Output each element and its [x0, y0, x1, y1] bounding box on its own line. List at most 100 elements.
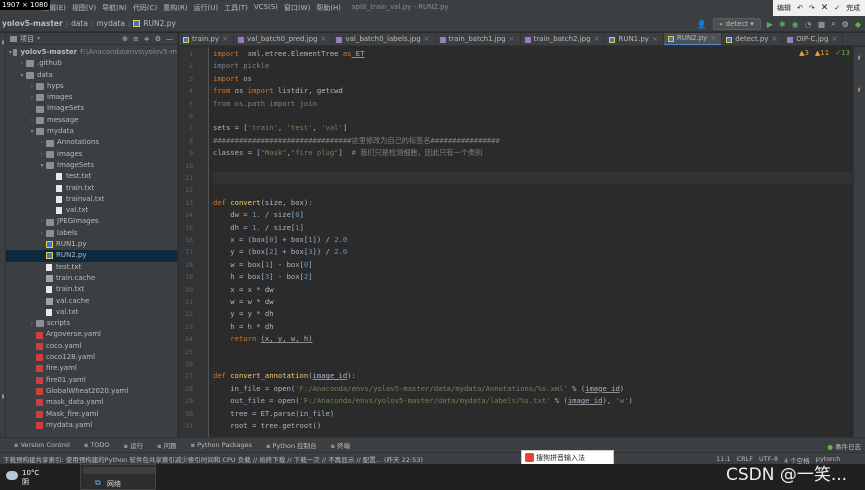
- breadcrumb-project[interactable]: yolov5-master: [2, 19, 63, 28]
- tool-window-button[interactable]: ▪ 运行: [124, 440, 143, 450]
- stop-icon[interactable]: ■: [818, 20, 826, 29]
- done-button[interactable]: 完成: [846, 3, 860, 13]
- chevron-right-icon[interactable]: ›: [18, 58, 26, 69]
- editor-tab[interactable]: val_batch0_pred.jpg ×: [234, 33, 333, 45]
- database-tool-tab-icon[interactable]: ▮: [856, 55, 862, 61]
- tree-item[interactable]: ▾ data: [6, 70, 177, 81]
- code-line[interactable]: out_file = open('F:/Anaconda/envs/yolov5…: [213, 395, 632, 407]
- code-line[interactable]: return (x, y, w, h): [213, 333, 312, 345]
- tool-window-button[interactable]: ▪ 问题: [157, 440, 176, 450]
- menu-item[interactable]: VCS(S): [254, 3, 278, 13]
- close-icon[interactable]: ×: [222, 33, 228, 45]
- close-icon[interactable]: ✕: [821, 3, 829, 13]
- chevron-right-icon[interactable]: ›: [28, 115, 36, 126]
- add-icon[interactable]: ⊕: [122, 35, 128, 43]
- code-line[interactable]: ################################这里修改为自己的…: [213, 135, 500, 147]
- tree-item[interactable]: train.txt: [6, 183, 177, 194]
- rewind-icon[interactable]: ↶: [797, 4, 803, 12]
- search-icon[interactable]: ⌕: [831, 19, 835, 29]
- chevron-down-icon[interactable]: ▾: [38, 160, 46, 171]
- sciview-tool-tab-icon[interactable]: ▮: [856, 87, 862, 93]
- tree-item[interactable]: trainval.txt: [6, 194, 177, 205]
- menu-item[interactable]: 运行(U): [194, 3, 219, 13]
- code-line[interactable]: w = box[1] - box[0]: [213, 259, 312, 271]
- tree-item[interactable]: test.txt: [6, 262, 177, 273]
- check-icon[interactable]: ✓: [834, 4, 840, 12]
- close-icon[interactable]: ×: [424, 33, 430, 45]
- code-line[interactable]: y = (box[2] + box[3]) / 2.0: [213, 246, 347, 258]
- tree-item[interactable]: train.cache: [6, 273, 177, 284]
- minimize-icon[interactable]: —: [166, 35, 173, 43]
- close-icon[interactable]: ×: [831, 33, 837, 45]
- chevron-down-icon[interactable]: ▾: [18, 70, 26, 81]
- debug-icon[interactable]: ✱: [779, 20, 786, 29]
- code-line[interactable]: w = w * dw: [213, 296, 273, 308]
- tree-item[interactable]: › message: [6, 115, 177, 126]
- close-icon[interactable]: ×: [771, 33, 777, 45]
- code-line[interactable]: [213, 172, 853, 185]
- code-line[interactable]: dh = 1. / size[1]: [213, 222, 304, 234]
- code-line[interactable]: import os: [213, 73, 252, 85]
- tree-item[interactable]: ImageSets: [6, 103, 177, 114]
- code-editor[interactable]: 1 2 3 4 5 6 7 8 9 10 11 12 13 14 15 16 17 18 19 20 21 22 23 24 2…: [179, 47, 853, 437]
- code-line[interactable]: h = box[3] - box[2]: [213, 271, 312, 283]
- code-line[interactable]: classes = ["Mask","fire plug"] # 我们只是检测细…: [213, 147, 482, 159]
- menu-item[interactable]: 工具(T): [224, 3, 248, 13]
- code-line[interactable]: def convert_annotation(image_id):: [213, 370, 356, 382]
- code-line[interactable]: in_file = open('F:/Anaconda/envs/yolov5-…: [213, 383, 624, 395]
- tree-item[interactable]: val.txt: [6, 307, 177, 318]
- event-log-button[interactable]: ● 事件日志: [827, 441, 861, 451]
- editor-tab[interactable]: RUN2.py ×: [663, 33, 723, 45]
- editor-tab[interactable]: train.py ×: [179, 33, 234, 45]
- tree-item[interactable]: › hyps: [6, 81, 177, 92]
- code-line[interactable]: h = h * dh: [213, 321, 273, 333]
- tree-item[interactable]: val.cache: [6, 296, 177, 307]
- tool-window-button[interactable]: ▪ Version Control: [14, 441, 70, 449]
- code-line[interactable]: y = y * dh: [213, 308, 273, 320]
- tree-item[interactable]: Mask_fire.yaml: [6, 409, 177, 420]
- run-config-select[interactable]: ▸ detect ▾: [712, 18, 761, 30]
- editor-tab[interactable]: train_batch2.jpg ×: [521, 33, 606, 45]
- code-line[interactable]: from os.path import join: [213, 98, 317, 110]
- close-icon[interactable]: ×: [710, 33, 716, 45]
- tree-item[interactable]: Argoverse.yaml: [6, 329, 177, 340]
- gear-icon[interactable]: ⚙: [155, 35, 161, 43]
- chevron-right-icon[interactable]: ›: [28, 318, 36, 329]
- tree-item[interactable]: fire.yaml: [6, 363, 177, 374]
- tree-item[interactable]: fire01.yaml: [6, 375, 177, 386]
- tool-window-button[interactable]: ▪ 终端: [331, 440, 350, 450]
- project-panel-title[interactable]: 项目: [20, 34, 34, 44]
- editor-tab[interactable]: detect.py ×: [722, 33, 784, 45]
- tree-item[interactable]: coco128.yaml: [6, 352, 177, 363]
- code-line[interactable]: sets = ['train', 'test', 'val']: [213, 122, 347, 134]
- tree-item[interactable]: › images: [6, 92, 177, 103]
- menu-item[interactable]: 重构(R): [163, 3, 187, 13]
- chevron-right-icon[interactable]: ›: [38, 228, 46, 239]
- tree-item[interactable]: › scripts: [6, 318, 177, 329]
- menu-item[interactable]: 帮助(H): [316, 3, 341, 13]
- tree-item[interactable]: ▾ ImageSets: [6, 160, 177, 171]
- breadcrumb-file[interactable]: RUN2.py: [143, 19, 176, 28]
- tree-item[interactable]: › Annotations: [6, 137, 177, 148]
- tool-window-button[interactable]: ▪ Python Packages: [191, 441, 252, 449]
- menu-item[interactable]: 视图(V): [72, 3, 96, 13]
- tree-item[interactable]: GlobalWheat2020.yaml: [6, 386, 177, 397]
- settings-icon[interactable]: ⚙: [842, 20, 849, 29]
- chevron-right-icon[interactable]: ›: [28, 81, 36, 92]
- editor-tab[interactable]: OIP-C.jpg ×: [783, 33, 844, 45]
- editor-tab[interactable]: RUN1.py ×: [605, 33, 664, 45]
- chevron-right-icon[interactable]: ›: [38, 137, 46, 148]
- coverage-icon[interactable]: ◉: [792, 20, 799, 29]
- tree-item[interactable]: test.txt: [6, 171, 177, 182]
- code-line[interactable]: import xml.etree.ElementTree as ET: [213, 48, 364, 60]
- menu-item[interactable]: 窗口(W): [284, 3, 310, 13]
- tree-item[interactable]: val.txt: [6, 205, 177, 216]
- tree-item[interactable]: › .github: [6, 58, 177, 69]
- tool-window-button[interactable]: ▪ TODO: [84, 441, 110, 449]
- code-line[interactable]: x = x * dw: [213, 284, 273, 296]
- close-icon[interactable]: ×: [509, 33, 515, 45]
- code-line[interactable]: x = (box[0] + box[1]) / 2.0: [213, 234, 347, 246]
- tree-item[interactable]: ▾ mydata: [6, 126, 177, 137]
- tree-item[interactable]: RUN1.py: [6, 239, 177, 250]
- breadcrumb-data[interactable]: data: [71, 19, 88, 28]
